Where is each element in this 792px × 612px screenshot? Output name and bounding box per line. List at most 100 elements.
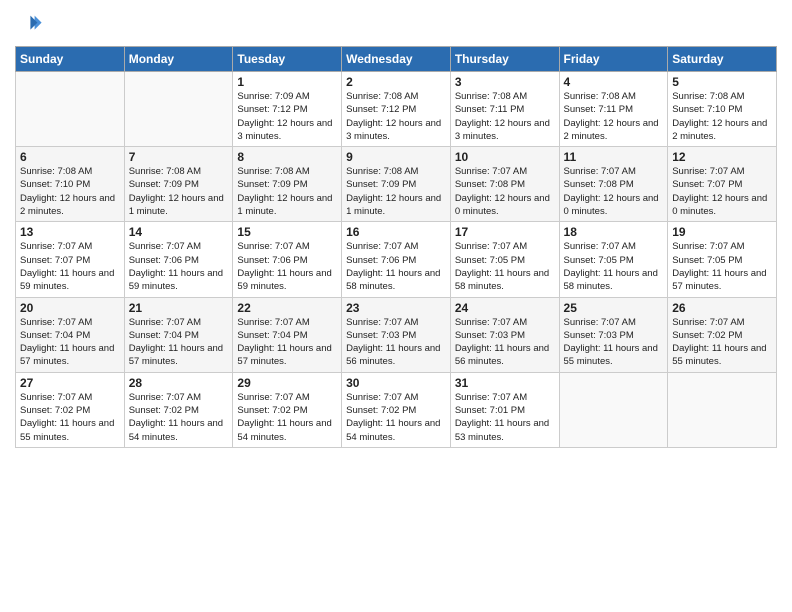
day-info: Sunrise: 7:07 AM Sunset: 7:08 PM Dayligh… <box>455 165 555 218</box>
day-number: 21 <box>129 301 229 315</box>
calendar-cell: 26Sunrise: 7:07 AM Sunset: 7:02 PM Dayli… <box>668 297 777 372</box>
day-number: 28 <box>129 376 229 390</box>
day-number: 18 <box>564 225 664 239</box>
day-info: Sunrise: 7:07 AM Sunset: 7:03 PM Dayligh… <box>455 316 555 369</box>
day-number: 2 <box>346 75 446 89</box>
column-header-tuesday: Tuesday <box>233 47 342 72</box>
calendar-week-row: 6Sunrise: 7:08 AM Sunset: 7:10 PM Daylig… <box>16 147 777 222</box>
day-number: 4 <box>564 75 664 89</box>
calendar-cell: 31Sunrise: 7:07 AM Sunset: 7:01 PM Dayli… <box>450 372 559 447</box>
calendar-cell <box>16 72 125 147</box>
day-info: Sunrise: 7:07 AM Sunset: 7:01 PM Dayligh… <box>455 391 555 444</box>
calendar-cell: 22Sunrise: 7:07 AM Sunset: 7:04 PM Dayli… <box>233 297 342 372</box>
day-info: Sunrise: 7:07 AM Sunset: 7:06 PM Dayligh… <box>346 240 446 293</box>
day-info: Sunrise: 7:07 AM Sunset: 7:05 PM Dayligh… <box>455 240 555 293</box>
column-header-monday: Monday <box>124 47 233 72</box>
calendar-cell: 9Sunrise: 7:08 AM Sunset: 7:09 PM Daylig… <box>342 147 451 222</box>
day-info: Sunrise: 7:07 AM Sunset: 7:05 PM Dayligh… <box>564 240 664 293</box>
day-number: 30 <box>346 376 446 390</box>
day-info: Sunrise: 7:08 AM Sunset: 7:12 PM Dayligh… <box>346 90 446 143</box>
day-number: 27 <box>20 376 120 390</box>
calendar-cell: 3Sunrise: 7:08 AM Sunset: 7:11 PM Daylig… <box>450 72 559 147</box>
page: SundayMondayTuesdayWednesdayThursdayFrid… <box>0 0 792 612</box>
calendar-cell: 25Sunrise: 7:07 AM Sunset: 7:03 PM Dayli… <box>559 297 668 372</box>
day-number: 22 <box>237 301 337 315</box>
column-header-thursday: Thursday <box>450 47 559 72</box>
calendar-week-row: 27Sunrise: 7:07 AM Sunset: 7:02 PM Dayli… <box>16 372 777 447</box>
day-info: Sunrise: 7:07 AM Sunset: 7:06 PM Dayligh… <box>237 240 337 293</box>
day-info: Sunrise: 7:07 AM Sunset: 7:04 PM Dayligh… <box>237 316 337 369</box>
day-number: 25 <box>564 301 664 315</box>
day-info: Sunrise: 7:07 AM Sunset: 7:04 PM Dayligh… <box>20 316 120 369</box>
day-info: Sunrise: 7:07 AM Sunset: 7:02 PM Dayligh… <box>237 391 337 444</box>
day-number: 29 <box>237 376 337 390</box>
calendar-cell: 7Sunrise: 7:08 AM Sunset: 7:09 PM Daylig… <box>124 147 233 222</box>
day-info: Sunrise: 7:07 AM Sunset: 7:02 PM Dayligh… <box>20 391 120 444</box>
calendar-cell: 29Sunrise: 7:07 AM Sunset: 7:02 PM Dayli… <box>233 372 342 447</box>
day-number: 19 <box>672 225 772 239</box>
day-info: Sunrise: 7:08 AM Sunset: 7:11 PM Dayligh… <box>564 90 664 143</box>
calendar-cell: 18Sunrise: 7:07 AM Sunset: 7:05 PM Dayli… <box>559 222 668 297</box>
day-number: 1 <box>237 75 337 89</box>
day-number: 6 <box>20 150 120 164</box>
day-number: 26 <box>672 301 772 315</box>
calendar-cell <box>559 372 668 447</box>
calendar-cell: 14Sunrise: 7:07 AM Sunset: 7:06 PM Dayli… <box>124 222 233 297</box>
calendar-cell: 8Sunrise: 7:08 AM Sunset: 7:09 PM Daylig… <box>233 147 342 222</box>
calendar-cell: 13Sunrise: 7:07 AM Sunset: 7:07 PM Dayli… <box>16 222 125 297</box>
day-number: 23 <box>346 301 446 315</box>
day-info: Sunrise: 7:09 AM Sunset: 7:12 PM Dayligh… <box>237 90 337 143</box>
day-number: 9 <box>346 150 446 164</box>
column-header-friday: Friday <box>559 47 668 72</box>
day-number: 3 <box>455 75 555 89</box>
day-info: Sunrise: 7:07 AM Sunset: 7:06 PM Dayligh… <box>129 240 229 293</box>
day-info: Sunrise: 7:07 AM Sunset: 7:03 PM Dayligh… <box>346 316 446 369</box>
calendar-cell: 23Sunrise: 7:07 AM Sunset: 7:03 PM Dayli… <box>342 297 451 372</box>
day-number: 10 <box>455 150 555 164</box>
day-info: Sunrise: 7:07 AM Sunset: 7:08 PM Dayligh… <box>564 165 664 218</box>
calendar-cell: 28Sunrise: 7:07 AM Sunset: 7:02 PM Dayli… <box>124 372 233 447</box>
day-info: Sunrise: 7:08 AM Sunset: 7:09 PM Dayligh… <box>346 165 446 218</box>
calendar-cell <box>124 72 233 147</box>
day-number: 11 <box>564 150 664 164</box>
logo-icon <box>15 10 43 38</box>
day-number: 14 <box>129 225 229 239</box>
calendar-cell: 4Sunrise: 7:08 AM Sunset: 7:11 PM Daylig… <box>559 72 668 147</box>
calendar-cell: 30Sunrise: 7:07 AM Sunset: 7:02 PM Dayli… <box>342 372 451 447</box>
day-info: Sunrise: 7:07 AM Sunset: 7:07 PM Dayligh… <box>20 240 120 293</box>
calendar-table: SundayMondayTuesdayWednesdayThursdayFrid… <box>15 46 777 448</box>
day-number: 8 <box>237 150 337 164</box>
column-header-wednesday: Wednesday <box>342 47 451 72</box>
calendar-cell: 20Sunrise: 7:07 AM Sunset: 7:04 PM Dayli… <box>16 297 125 372</box>
day-number: 16 <box>346 225 446 239</box>
day-number: 17 <box>455 225 555 239</box>
column-header-saturday: Saturday <box>668 47 777 72</box>
calendar-cell: 1Sunrise: 7:09 AM Sunset: 7:12 PM Daylig… <box>233 72 342 147</box>
day-info: Sunrise: 7:08 AM Sunset: 7:11 PM Dayligh… <box>455 90 555 143</box>
calendar-week-row: 13Sunrise: 7:07 AM Sunset: 7:07 PM Dayli… <box>16 222 777 297</box>
calendar-week-row: 1Sunrise: 7:09 AM Sunset: 7:12 PM Daylig… <box>16 72 777 147</box>
calendar-cell: 6Sunrise: 7:08 AM Sunset: 7:10 PM Daylig… <box>16 147 125 222</box>
calendar-header-row: SundayMondayTuesdayWednesdayThursdayFrid… <box>16 47 777 72</box>
day-number: 24 <box>455 301 555 315</box>
day-info: Sunrise: 7:08 AM Sunset: 7:10 PM Dayligh… <box>672 90 772 143</box>
calendar-cell: 27Sunrise: 7:07 AM Sunset: 7:02 PM Dayli… <box>16 372 125 447</box>
column-header-sunday: Sunday <box>16 47 125 72</box>
calendar-week-row: 20Sunrise: 7:07 AM Sunset: 7:04 PM Dayli… <box>16 297 777 372</box>
day-number: 13 <box>20 225 120 239</box>
day-info: Sunrise: 7:07 AM Sunset: 7:05 PM Dayligh… <box>672 240 772 293</box>
calendar-cell: 21Sunrise: 7:07 AM Sunset: 7:04 PM Dayli… <box>124 297 233 372</box>
day-number: 7 <box>129 150 229 164</box>
day-info: Sunrise: 7:07 AM Sunset: 7:02 PM Dayligh… <box>346 391 446 444</box>
calendar-cell: 15Sunrise: 7:07 AM Sunset: 7:06 PM Dayli… <box>233 222 342 297</box>
calendar-cell: 10Sunrise: 7:07 AM Sunset: 7:08 PM Dayli… <box>450 147 559 222</box>
day-info: Sunrise: 7:07 AM Sunset: 7:07 PM Dayligh… <box>672 165 772 218</box>
day-number: 15 <box>237 225 337 239</box>
day-info: Sunrise: 7:08 AM Sunset: 7:09 PM Dayligh… <box>237 165 337 218</box>
header <box>15 10 777 38</box>
calendar-cell: 16Sunrise: 7:07 AM Sunset: 7:06 PM Dayli… <box>342 222 451 297</box>
calendar-cell: 2Sunrise: 7:08 AM Sunset: 7:12 PM Daylig… <box>342 72 451 147</box>
calendar-cell: 11Sunrise: 7:07 AM Sunset: 7:08 PM Dayli… <box>559 147 668 222</box>
calendar-cell: 17Sunrise: 7:07 AM Sunset: 7:05 PM Dayli… <box>450 222 559 297</box>
day-number: 5 <box>672 75 772 89</box>
